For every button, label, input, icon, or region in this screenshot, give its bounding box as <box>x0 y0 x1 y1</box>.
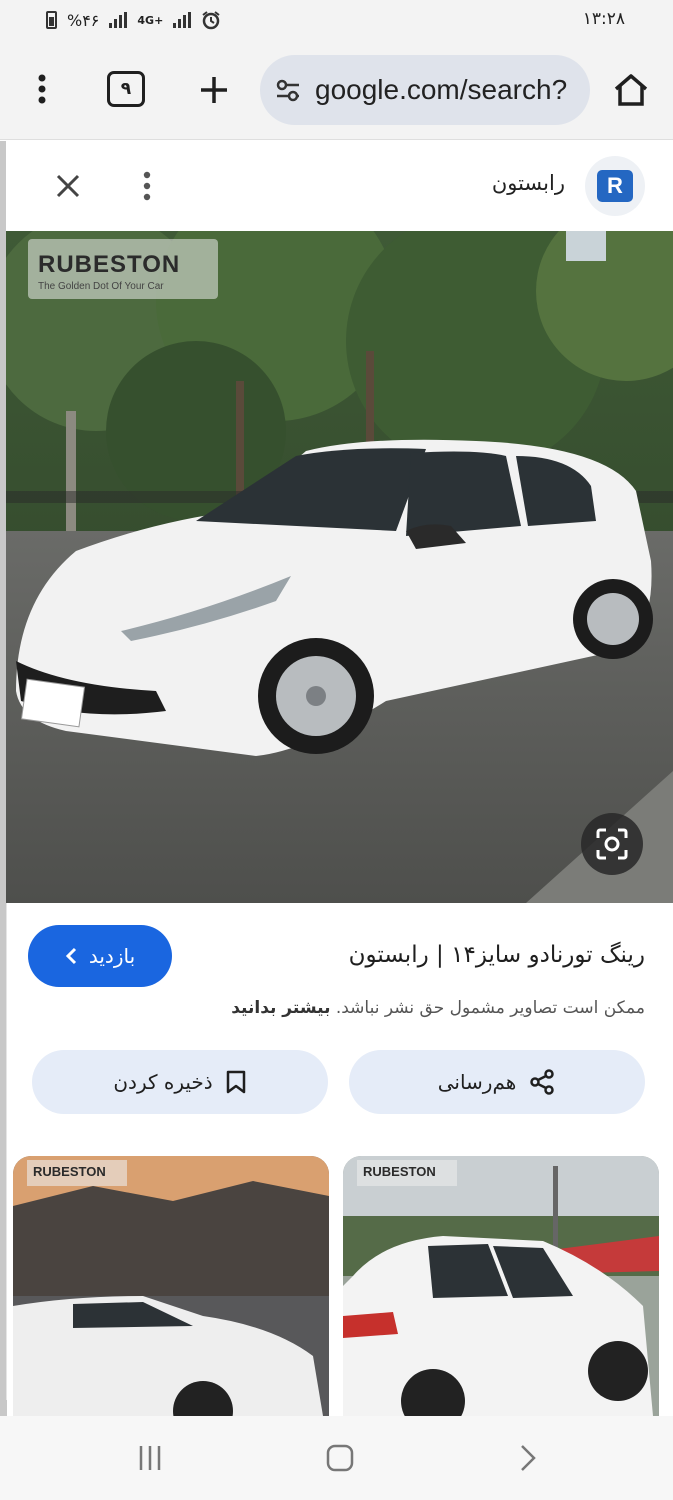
tab-switcher-button[interactable]: ۹ <box>107 71 145 107</box>
network-type: 4G+ <box>137 13 164 27</box>
main-image[interactable]: RUBESTON The Golden Dot Of Your Car <box>6 231 673 903</box>
related-photo-1 <box>13 1156 329 1416</box>
save-label: ذخیره کردن <box>113 1070 213 1094</box>
url-text[interactable]: google.com/search? <box>315 74 567 106</box>
home-nav-icon[interactable] <box>310 1436 370 1480</box>
site-logo-letter: R <box>597 170 633 202</box>
recents-icon[interactable] <box>120 1436 180 1480</box>
back-icon[interactable] <box>498 1436 558 1480</box>
visit-button[interactable]: بازدید <box>28 925 172 987</box>
signal-icon <box>109 12 128 28</box>
system-nav-bar <box>0 1416 673 1500</box>
related-2-watermark-text: RUBESTON <box>363 1164 436 1179</box>
home-icon[interactable] <box>608 67 654 113</box>
new-tab-plus-icon[interactable] <box>193 69 235 111</box>
more-vert-icon[interactable] <box>22 69 62 109</box>
copyright-notice: ممکن است تصاویر مشمول حق نشر نباشد. بیشت… <box>231 998 645 1018</box>
watermark-logo: RUBESTON The Golden Dot Of Your Car <box>28 239 218 299</box>
learn-more-link[interactable]: بیشتر بدانید <box>231 998 330 1018</box>
alarm-icon <box>202 11 220 30</box>
related-1-watermark: RUBESTON <box>27 1160 127 1186</box>
tune-icon[interactable] <box>273 75 303 105</box>
share-icon <box>530 1069 555 1095</box>
chevron-left-icon <box>65 947 76 965</box>
result-title[interactable]: رینگ تورنادو سایز۱۴ | رابستون <box>349 942 645 968</box>
car-photo <box>6 231 673 903</box>
lens-icon <box>596 828 628 860</box>
share-button[interactable]: هم‌رسانی <box>349 1050 645 1114</box>
address-bar[interactable]: google.com/search? <box>260 55 590 125</box>
signal-icon-2 <box>173 12 192 28</box>
related-image-1[interactable]: RUBESTON <box>13 1156 329 1416</box>
visit-label: بازدید <box>88 944 136 968</box>
watermark-title: RUBESTON <box>38 251 181 278</box>
browser-toolbar: ۹ google.com/search? <box>0 42 673 140</box>
related-image-2[interactable]: RUBESTON <box>343 1156 659 1416</box>
close-icon[interactable] <box>46 164 90 208</box>
sheet-header: رابستون R <box>6 141 673 231</box>
site-name[interactable]: رابستون <box>492 171 565 195</box>
share-label: هم‌رسانی <box>437 1070 517 1094</box>
status-bar: %۴۶ 4G+ ۱۳:۲۸ <box>0 0 673 42</box>
status-icons: %۴۶ 4G+ <box>46 10 221 30</box>
bookmark-icon <box>226 1070 245 1094</box>
related-photo-2 <box>343 1156 659 1416</box>
save-button[interactable]: ذخیره کردن <box>32 1050 328 1114</box>
google-lens-button[interactable] <box>581 813 643 875</box>
battery-icon <box>46 11 57 29</box>
copyright-text: ممکن است تصاویر مشمول حق نشر نباشد. <box>335 998 645 1018</box>
clock: ۱۳:۲۸ <box>582 9 625 29</box>
watermark-subtitle: The Golden Dot Of Your Car <box>38 281 164 292</box>
more-options-icon[interactable] <box>127 164 167 208</box>
site-logo[interactable]: R <box>585 156 645 216</box>
related-2-watermark: RUBESTON <box>357 1160 457 1186</box>
battery-percent: %۴۶ <box>67 10 100 30</box>
related-1-watermark-text: RUBESTON <box>33 1164 106 1179</box>
